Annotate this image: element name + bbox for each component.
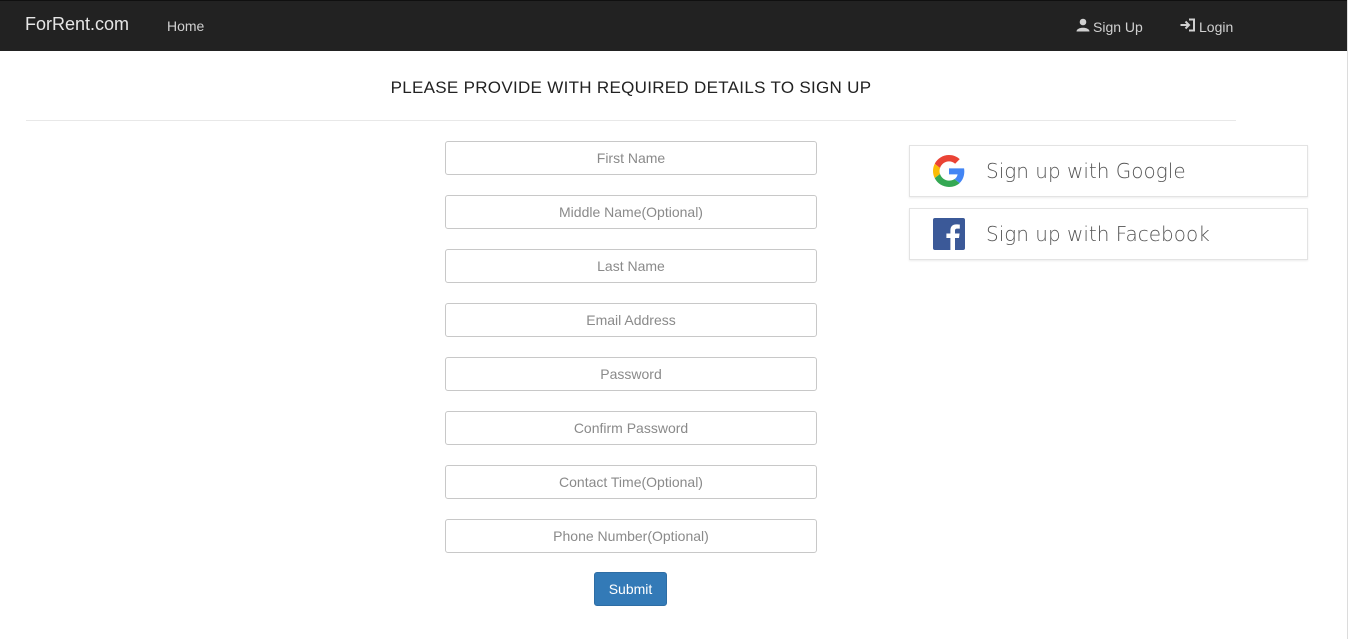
nav-login-link[interactable]: Login — [1180, 18, 1233, 35]
middle-name-input[interactable] — [445, 195, 817, 229]
nav-home-link[interactable]: Home — [167, 18, 204, 34]
phone-number-input[interactable] — [445, 519, 817, 553]
user-icon — [1076, 18, 1093, 35]
nav-signup-label: Sign Up — [1093, 18, 1143, 35]
submit-button[interactable]: Submit — [594, 572, 667, 606]
nav-signup-link[interactable]: Sign Up — [1076, 18, 1143, 35]
facebook-icon — [932, 217, 966, 251]
facebook-signup-button[interactable]: Sign up with Facebook — [909, 208, 1308, 260]
confirm-password-input[interactable] — [445, 411, 817, 445]
google-signup-label: Sign up with Google — [986, 159, 1186, 183]
brand-link[interactable]: ForRent.com — [25, 14, 129, 35]
login-icon — [1180, 18, 1199, 35]
divider — [26, 120, 1236, 121]
facebook-signup-label: Sign up with Facebook — [986, 222, 1210, 246]
email-input[interactable] — [445, 303, 817, 337]
password-input[interactable] — [445, 357, 817, 391]
google-icon — [932, 154, 966, 188]
page-title: PLEASE PROVIDE WITH REQUIRED DETAILS TO … — [390, 78, 872, 97]
nav-login-label: Login — [1199, 18, 1234, 35]
first-name-input[interactable] — [445, 141, 817, 175]
google-signup-button[interactable]: Sign up with Google — [909, 145, 1308, 197]
last-name-input[interactable] — [445, 249, 817, 283]
top-navbar: ForRent.com Home Sign Up Login — [0, 0, 1348, 51]
contact-time-input[interactable] — [445, 465, 817, 499]
